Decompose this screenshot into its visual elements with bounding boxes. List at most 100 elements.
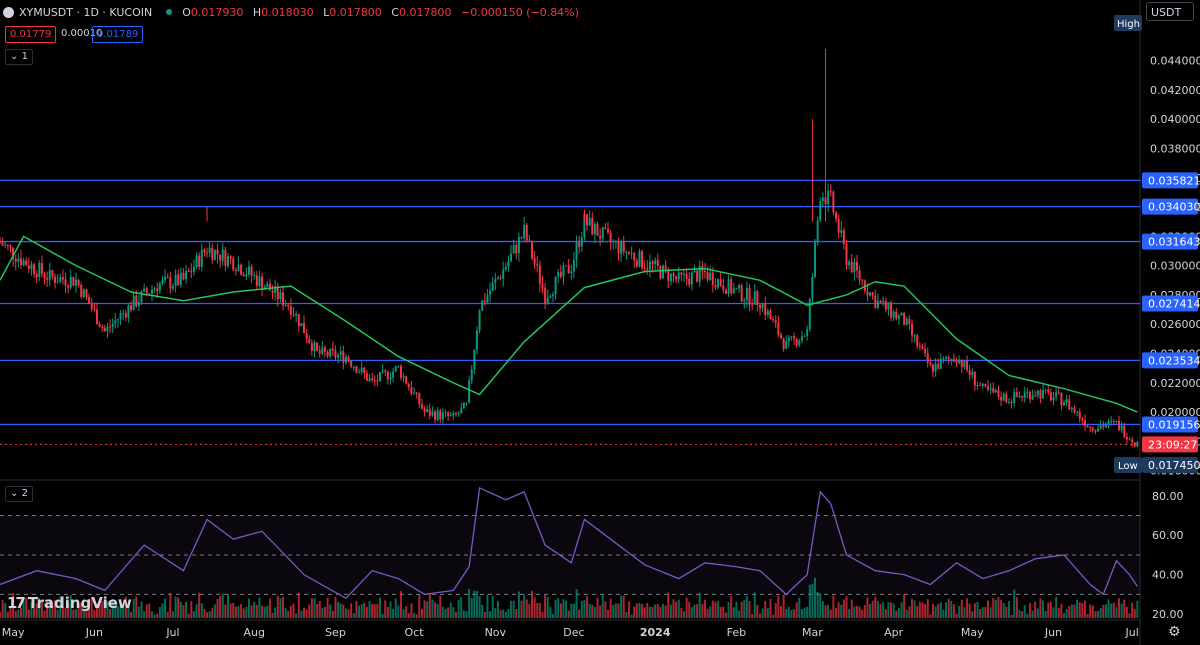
candle-body	[255, 275, 258, 286]
price-tick-label: 0.042000	[1150, 84, 1200, 97]
volume-bar	[593, 606, 596, 618]
candle-body	[648, 261, 651, 270]
volume-bar	[575, 589, 578, 618]
volume-bar	[772, 614, 775, 618]
candle-body	[887, 302, 890, 310]
candle-body	[72, 276, 75, 286]
candle-body	[683, 273, 685, 275]
volume-bar	[952, 604, 955, 618]
volume-bar	[507, 608, 510, 618]
volume-bar	[1073, 604, 1076, 618]
volume-bar	[491, 596, 494, 618]
candle-body	[153, 288, 156, 290]
candle-body	[119, 313, 122, 320]
volume-bar	[903, 594, 906, 618]
volume-bar	[651, 606, 654, 618]
candle-body	[376, 380, 379, 382]
candle-body	[250, 266, 253, 276]
candle-body	[198, 255, 201, 267]
volume-bar	[489, 611, 492, 618]
volume-bar	[483, 612, 486, 618]
candle-body	[502, 269, 505, 279]
volume-bar	[360, 604, 363, 618]
candle-body	[1097, 428, 1100, 432]
candle-body	[772, 319, 775, 321]
candle-body	[486, 294, 489, 303]
candle-body	[620, 241, 623, 254]
volume-bar	[635, 603, 638, 618]
candle-body	[861, 279, 864, 281]
candle-body	[135, 295, 138, 307]
candle-body	[625, 251, 628, 253]
volume-bar	[908, 606, 911, 618]
volume-bar	[499, 609, 502, 618]
candle-body	[394, 366, 397, 372]
volume-bar	[1039, 598, 1042, 618]
candle-body	[344, 356, 347, 363]
candle-body	[690, 272, 693, 285]
volume-bar	[415, 614, 418, 618]
candle-body	[803, 335, 806, 337]
level-label: 0.031643	[1148, 236, 1200, 249]
volume-bar	[565, 600, 568, 618]
candle-body	[609, 232, 612, 242]
candle-body	[219, 254, 222, 261]
volume-bar	[350, 603, 353, 618]
candle-body	[415, 392, 418, 394]
candle-body	[714, 285, 717, 288]
gear-icon[interactable]: ⚙	[1168, 624, 1181, 640]
candle-body	[842, 230, 845, 244]
candle-body	[185, 271, 188, 280]
volume-bar	[510, 600, 513, 618]
candle-body	[905, 318, 908, 326]
candle-body	[575, 242, 578, 260]
volume-bar	[428, 593, 431, 618]
volume-bar	[714, 602, 717, 618]
volume-bar	[413, 612, 416, 618]
volume-bar	[1118, 598, 1121, 618]
volume-bar	[1057, 607, 1060, 618]
volume-bar	[1060, 603, 1063, 618]
candle-body	[468, 380, 471, 403]
candle-body	[6, 244, 9, 246]
volume-bar	[407, 613, 410, 618]
candle-body	[785, 341, 788, 349]
volume-bar	[206, 612, 209, 618]
candle-body	[947, 357, 950, 360]
volume-bar	[242, 608, 245, 618]
tradingview-logo[interactable]: 17 TradingView	[7, 594, 132, 612]
candle-body	[326, 351, 329, 357]
volume-bar	[1, 600, 4, 618]
volume-bar	[179, 602, 182, 618]
candle-body	[17, 258, 20, 262]
candle-body	[1000, 397, 1003, 401]
candle-body	[90, 303, 93, 310]
volume-bar	[1120, 603, 1123, 618]
candle-body	[455, 413, 457, 415]
candle-body	[67, 285, 70, 288]
price-chart[interactable]: 0.0160000.0180000.0200000.0220000.024000…	[0, 0, 1200, 645]
volume-bar	[455, 612, 457, 618]
volume-bar	[1102, 604, 1105, 618]
candle-body	[381, 370, 384, 373]
candle-body	[386, 371, 389, 380]
volume-bar	[1000, 599, 1003, 618]
candle-body	[793, 336, 796, 339]
candle-body	[187, 271, 190, 273]
volume-bar	[1026, 613, 1029, 618]
candle-body	[740, 285, 743, 302]
candle-body	[544, 287, 547, 304]
volume-bar	[1125, 606, 1128, 618]
candle-body	[717, 279, 720, 288]
volume-bar	[583, 599, 586, 618]
volume-bar	[224, 604, 227, 618]
volume-bar	[423, 600, 426, 618]
volume-bar	[931, 603, 934, 618]
volume-bar	[824, 605, 827, 618]
volume-bar	[811, 583, 814, 618]
candle-body	[35, 274, 38, 278]
candle-body	[413, 392, 416, 394]
candle-body	[229, 256, 232, 259]
candle-body	[137, 302, 140, 307]
time-tick-label: 2024	[640, 626, 671, 639]
